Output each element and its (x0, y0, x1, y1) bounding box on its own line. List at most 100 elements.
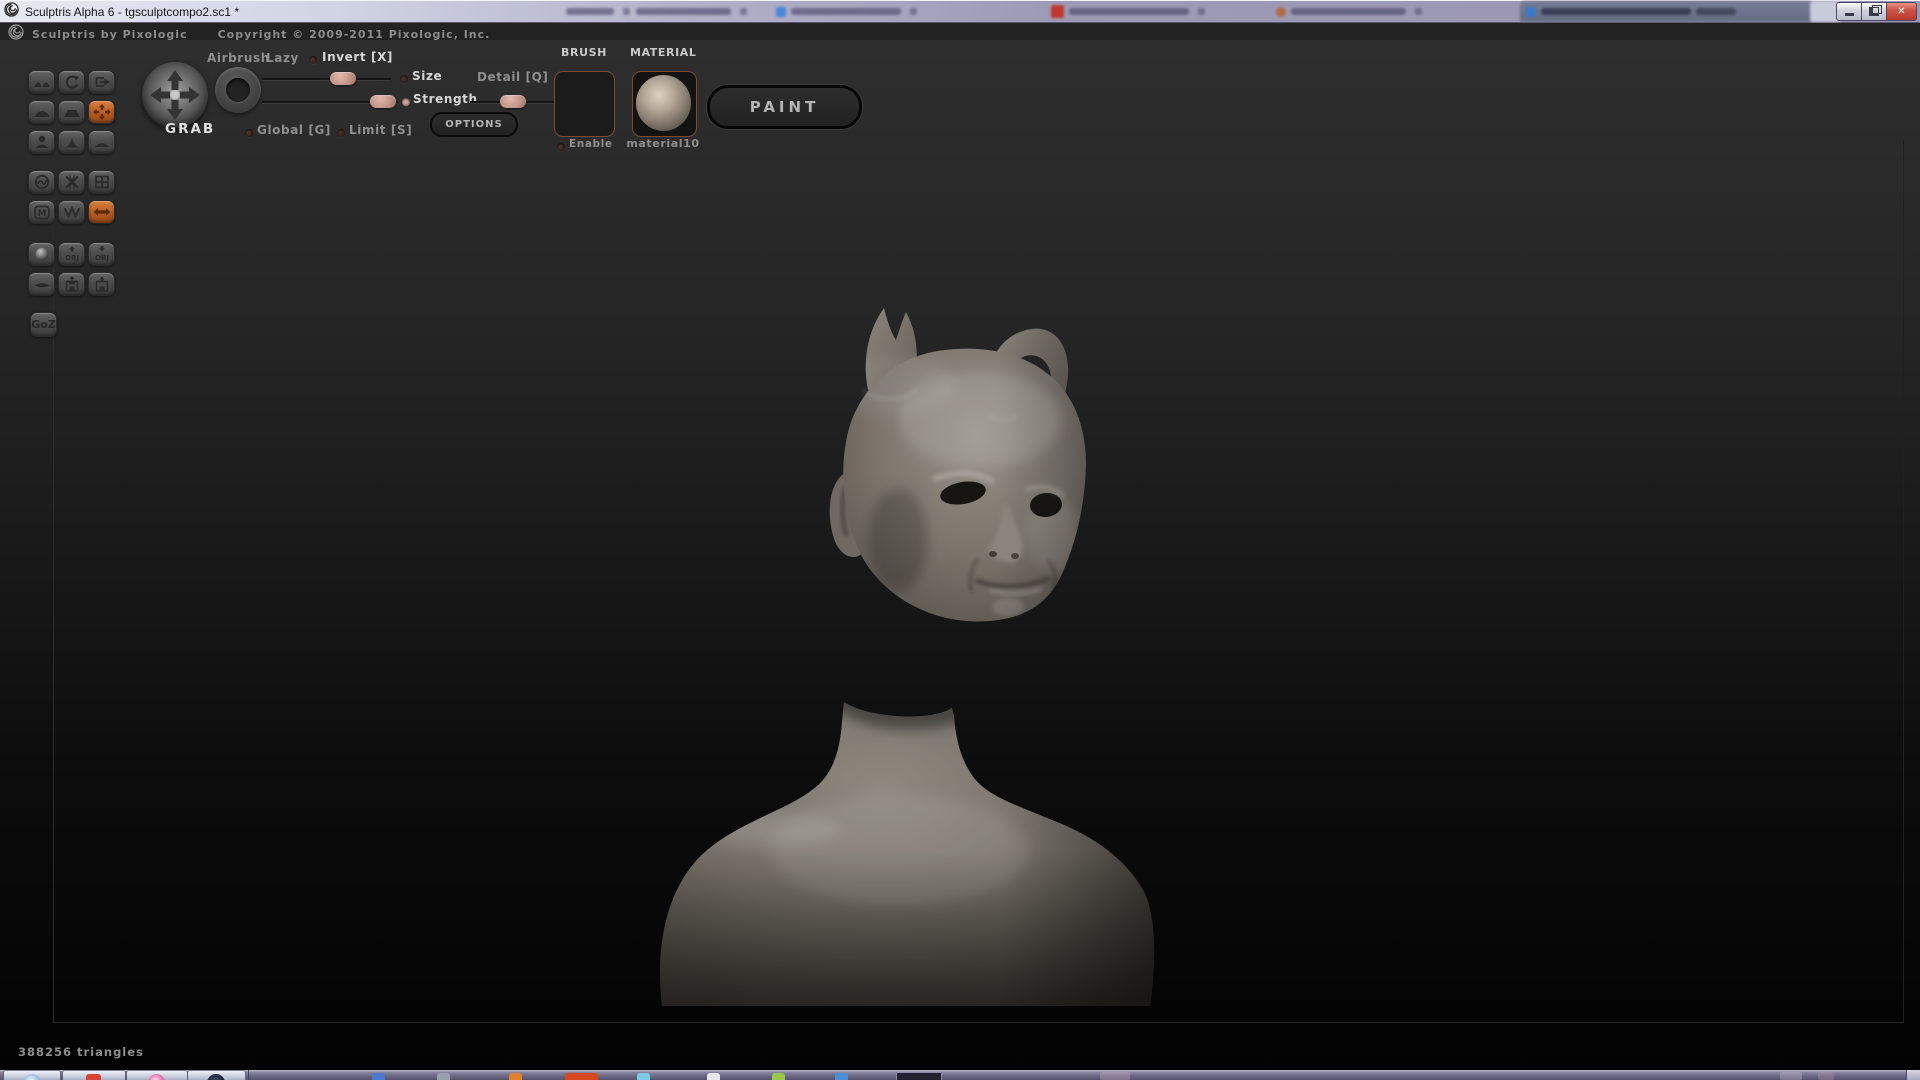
tool-mask-button[interactable]: M (28, 200, 55, 224)
taskbar[interactable] (0, 1070, 1920, 1080)
size-radio[interactable] (400, 75, 408, 83)
viewport-bottom-edge (53, 1022, 1904, 1023)
tool-reduce-brush-button[interactable] (28, 170, 55, 194)
taskbar-tray-icon[interactable] (637, 1073, 650, 1080)
taskbar-app-button[interactable] (63, 1071, 125, 1080)
sculptris-logo-icon (8, 24, 24, 44)
brush-enable-label[interactable]: Enable (569, 138, 613, 150)
brand-text: Sculptris by Pixologic (32, 28, 188, 41)
detail-slider-handle[interactable] (500, 95, 526, 108)
size-slider[interactable] (262, 78, 391, 80)
taskbar-highlight (1100, 1072, 1130, 1080)
invert-radio[interactable] (309, 56, 317, 64)
svg-text:OBJ: OBJ (65, 254, 79, 262)
browser-tab[interactable] (1520, 1, 1817, 22)
restore-button[interactable] (1861, 2, 1887, 21)
tool-subdivide-all-button[interactable] (88, 170, 115, 194)
strength-slider[interactable] (262, 101, 398, 103)
viewport-right-edge (1903, 140, 1904, 1023)
taskbar-highlight (1818, 1072, 1834, 1080)
svg-text:OBJ: OBJ (95, 254, 109, 262)
strength-radio[interactable] (402, 98, 410, 106)
size-slider-handle[interactable] (330, 72, 356, 85)
limit-label[interactable]: Limit [S] (349, 123, 412, 137)
strength-slider-handle[interactable] (370, 95, 396, 108)
minimize-icon (1845, 13, 1854, 16)
browser-tab[interactable] (770, 1, 952, 22)
taskbar-app-button[interactable] (188, 1071, 245, 1080)
taskbar-window-thumbnail[interactable] (896, 1072, 942, 1080)
triangle-count: 388256 triangles (18, 1045, 144, 1059)
tool-export-obj-button[interactable]: OBJ (88, 242, 115, 266)
material-thumbnail[interactable] (632, 71, 697, 137)
taskbar-app-icon (207, 1074, 225, 1080)
tab-favicon (776, 7, 786, 17)
global-label[interactable]: Global [G] (257, 123, 331, 137)
detail-slider[interactable] (470, 101, 554, 103)
brush-panel-title: BRUSH (554, 46, 614, 59)
taskbar-tray-icon[interactable] (772, 1073, 785, 1080)
taskbar-highlight (1780, 1072, 1802, 1080)
taskbar-tray-icon[interactable] (707, 1073, 720, 1080)
browser-tab[interactable] (1045, 1, 1247, 22)
taskbar-app-icon (86, 1074, 101, 1080)
tool-save-file-button[interactable] (88, 272, 115, 296)
minimize-button[interactable] (1836, 2, 1862, 21)
svg-text:M: M (37, 209, 46, 219)
material-sphere-preview (636, 75, 691, 131)
taskbar-tray-icon[interactable] (372, 1073, 385, 1080)
tool-scale-button[interactable] (88, 70, 115, 94)
tool-crease-button[interactable] (28, 70, 55, 94)
material-name: material10 (626, 137, 700, 150)
tool-reduce-selected-button[interactable] (58, 170, 85, 194)
taskbar-tray-icon[interactable] (509, 1073, 522, 1080)
active-tool-name: GRAB (165, 121, 215, 137)
viewport-left-edge (53, 140, 54, 1023)
tool-flatten-button[interactable] (58, 100, 85, 124)
taskbar-tray-icon[interactable] (565, 1073, 598, 1080)
airbrush-label[interactable]: Airbrush (207, 51, 270, 65)
brush-thumbnail[interactable] (554, 71, 615, 137)
tool-symmetry-button[interactable] (88, 200, 115, 224)
sculpted-bust-model[interactable] (600, 290, 1220, 1020)
window-titlebar[interactable]: Sculptris Alpha 6 - tgsculptcompo2.sc1 *… (0, 0, 1920, 23)
invert-label[interactable]: Invert [X] (322, 50, 393, 64)
app-icon (4, 2, 19, 21)
close-button[interactable]: ✕ (1886, 2, 1917, 21)
tool-draw-button[interactable] (28, 100, 55, 124)
tool-pinch-button[interactable] (58, 130, 85, 154)
taskbar-divider (248, 1070, 249, 1080)
show-desktop-button[interactable] (1906, 1070, 1920, 1080)
browser-tab[interactable] (630, 1, 777, 22)
tool-import-obj-button[interactable]: OBJ (58, 242, 85, 266)
taskbar-app-button[interactable] (127, 1071, 187, 1080)
goz-button[interactable]: GoZ (30, 312, 57, 337)
lazy-ring-button[interactable] (215, 67, 261, 113)
options-button[interactable]: OPTIONS (430, 112, 518, 137)
taskbar-tray-icon[interactable] (835, 1073, 848, 1080)
tool-smooth-button[interactable] (88, 130, 115, 154)
tool-grab-button[interactable] (88, 100, 115, 124)
tool-new-sphere-button[interactable] (28, 242, 55, 266)
limit-radio[interactable] (337, 129, 345, 137)
lazy-label[interactable]: Lazy (266, 51, 299, 65)
strength-label[interactable]: Strength (413, 92, 478, 106)
screen: Sculptris Alpha 6 - tgsculptcompo2.sc1 *… (0, 0, 1920, 1080)
tool-inflate-button[interactable] (28, 130, 55, 154)
close-icon: ✕ (1897, 7, 1905, 17)
detail-label[interactable]: Detail [Q] (477, 70, 549, 84)
brush-enable-radio[interactable] (557, 143, 565, 151)
tab-favicon (1051, 5, 1064, 18)
tool-rotate-button[interactable] (58, 70, 85, 94)
tool-open-file-button[interactable] (58, 272, 85, 296)
taskbar-app-button[interactable] (4, 1071, 60, 1080)
size-label[interactable]: Size (412, 69, 442, 83)
tool-new-plane-button[interactable] (28, 272, 55, 296)
browser-tab[interactable] (1270, 1, 1462, 22)
tool-wireframe-button[interactable] (58, 200, 85, 224)
taskbar-app-icon (23, 1074, 41, 1080)
paint-mode-button[interactable]: PAINT (707, 85, 862, 129)
global-radio[interactable] (245, 129, 253, 137)
grab-navigation-ball[interactable] (142, 62, 208, 128)
taskbar-tray-icon[interactable] (437, 1073, 450, 1080)
